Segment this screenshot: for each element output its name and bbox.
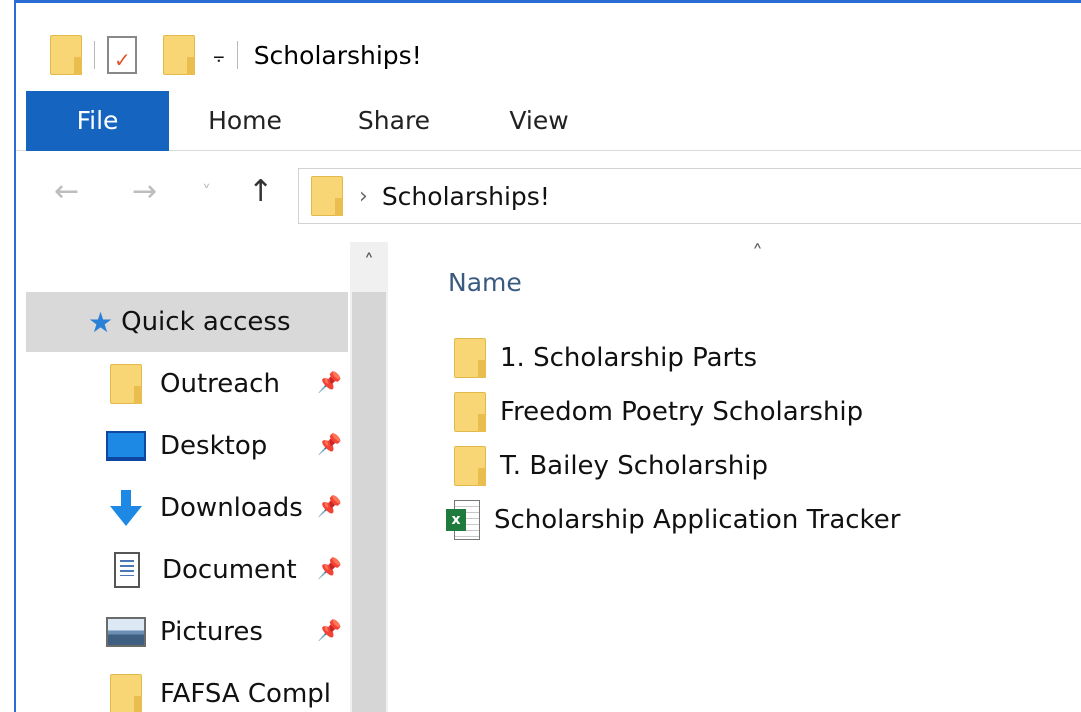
folder-icon	[454, 392, 486, 432]
pin-icon[interactable]: 📌	[317, 556, 342, 580]
pictures-icon	[106, 617, 146, 647]
navigation-pane: ★ Quick access Outreach 📌 Desktop 📌 Down…	[16, 242, 398, 712]
desktop-icon	[106, 431, 146, 461]
folder-icon	[110, 674, 142, 712]
customize-toolbar-dropdown[interactable]: ⨪	[213, 43, 225, 67]
file-name: T. Bailey Scholarship	[500, 451, 768, 481]
file-row[interactable]: Freedom Poetry Scholarship	[454, 388, 863, 436]
excel-file-icon: x	[446, 500, 480, 540]
documents-icon	[114, 552, 140, 588]
folder-icon	[311, 176, 343, 216]
tab-file[interactable]: File	[26, 91, 169, 151]
file-list: ˄ Name 1. Scholarship Parts Freedom Poet…	[400, 242, 1081, 712]
toolbar-separator	[94, 41, 95, 69]
quick-access-toolbar: ✓ ⨪ Scholarships!	[50, 35, 422, 75]
nav-item-label: Downloads	[160, 493, 303, 523]
tab-share[interactable]: Share	[354, 91, 434, 151]
recent-locations-chevron-icon[interactable]: ˅	[202, 182, 211, 203]
file-name: 1. Scholarship Parts	[500, 343, 757, 373]
nav-item-label: Quick access	[121, 307, 291, 337]
folder-icon	[110, 364, 142, 404]
nav-item-label: FAFSA Compl	[160, 679, 332, 709]
folder-icon	[454, 446, 486, 486]
sort-ascending-icon: ˄	[752, 242, 763, 267]
address-bar[interactable]: › Scholarships!	[298, 168, 1081, 224]
scroll-up-arrow-icon[interactable]: ˄	[350, 250, 388, 288]
tab-view[interactable]: View	[504, 91, 574, 151]
checkmark-icon: ✓	[114, 48, 131, 72]
navpane-scrollbar[interactable]: ˄	[350, 242, 388, 712]
pin-icon[interactable]: 📌	[317, 432, 342, 456]
properties-icon[interactable]: ✓	[107, 36, 137, 74]
navigation-bar: ← → ˅ ↑ › Scholarships!	[16, 152, 1081, 242]
breadcrumb-chevron-icon[interactable]: ›	[359, 184, 368, 209]
nav-item-label: Outreach	[160, 369, 280, 399]
nav-item-quick-access[interactable]: ★ Quick access	[26, 292, 348, 352]
column-header-name[interactable]: Name	[448, 268, 522, 297]
file-row[interactable]: x Scholarship Application Tracker	[446, 496, 900, 544]
file-row[interactable]: 1. Scholarship Parts	[454, 334, 757, 382]
toolbar-separator	[236, 41, 238, 69]
pin-icon[interactable]: 📌	[317, 370, 342, 394]
pin-icon[interactable]: 📌	[317, 494, 342, 518]
up-arrow-icon[interactable]: ↑	[248, 174, 273, 209]
quick-access-star-icon: ★	[88, 305, 114, 339]
nav-item-desktop[interactable]: Desktop 📌	[26, 416, 348, 476]
excel-badge-icon: x	[446, 509, 466, 531]
nav-item-label: Desktop	[160, 431, 268, 461]
forward-arrow-icon[interactable]: →	[132, 174, 157, 209]
breadcrumb-scholarships[interactable]: Scholarships!	[382, 182, 550, 211]
nav-item-fafsa[interactable]: FAFSA Compl	[26, 664, 348, 712]
nav-item-outreach[interactable]: Outreach 📌	[26, 354, 348, 414]
nav-item-documents[interactable]: Document 📌	[26, 540, 348, 600]
back-arrow-icon[interactable]: ←	[54, 174, 79, 209]
folder-icon	[454, 338, 486, 378]
nav-item-downloads[interactable]: Downloads 📌	[26, 478, 348, 538]
new-folder-icon[interactable]	[163, 35, 195, 75]
tab-home[interactable]: Home	[204, 91, 286, 151]
file-name: Freedom Poetry Scholarship	[500, 397, 864, 427]
folder-icon[interactable]	[50, 35, 82, 75]
downloads-icon	[106, 488, 146, 528]
scrollbar-thumb[interactable]	[352, 292, 386, 712]
ribbon: File Home Share View	[16, 91, 1081, 151]
window-title: Scholarships!	[253, 40, 422, 70]
pin-icon[interactable]: 📌	[317, 618, 342, 642]
file-row[interactable]: T. Bailey Scholarship	[454, 442, 768, 490]
nav-item-pictures[interactable]: Pictures 📌	[26, 602, 348, 662]
file-name: Scholarship Application Tracker	[494, 505, 901, 535]
nav-item-label: Pictures	[160, 617, 263, 647]
title-bar: ✓ ⨪ Scholarships!	[16, 3, 1081, 91]
nav-item-label: Document	[162, 555, 297, 585]
